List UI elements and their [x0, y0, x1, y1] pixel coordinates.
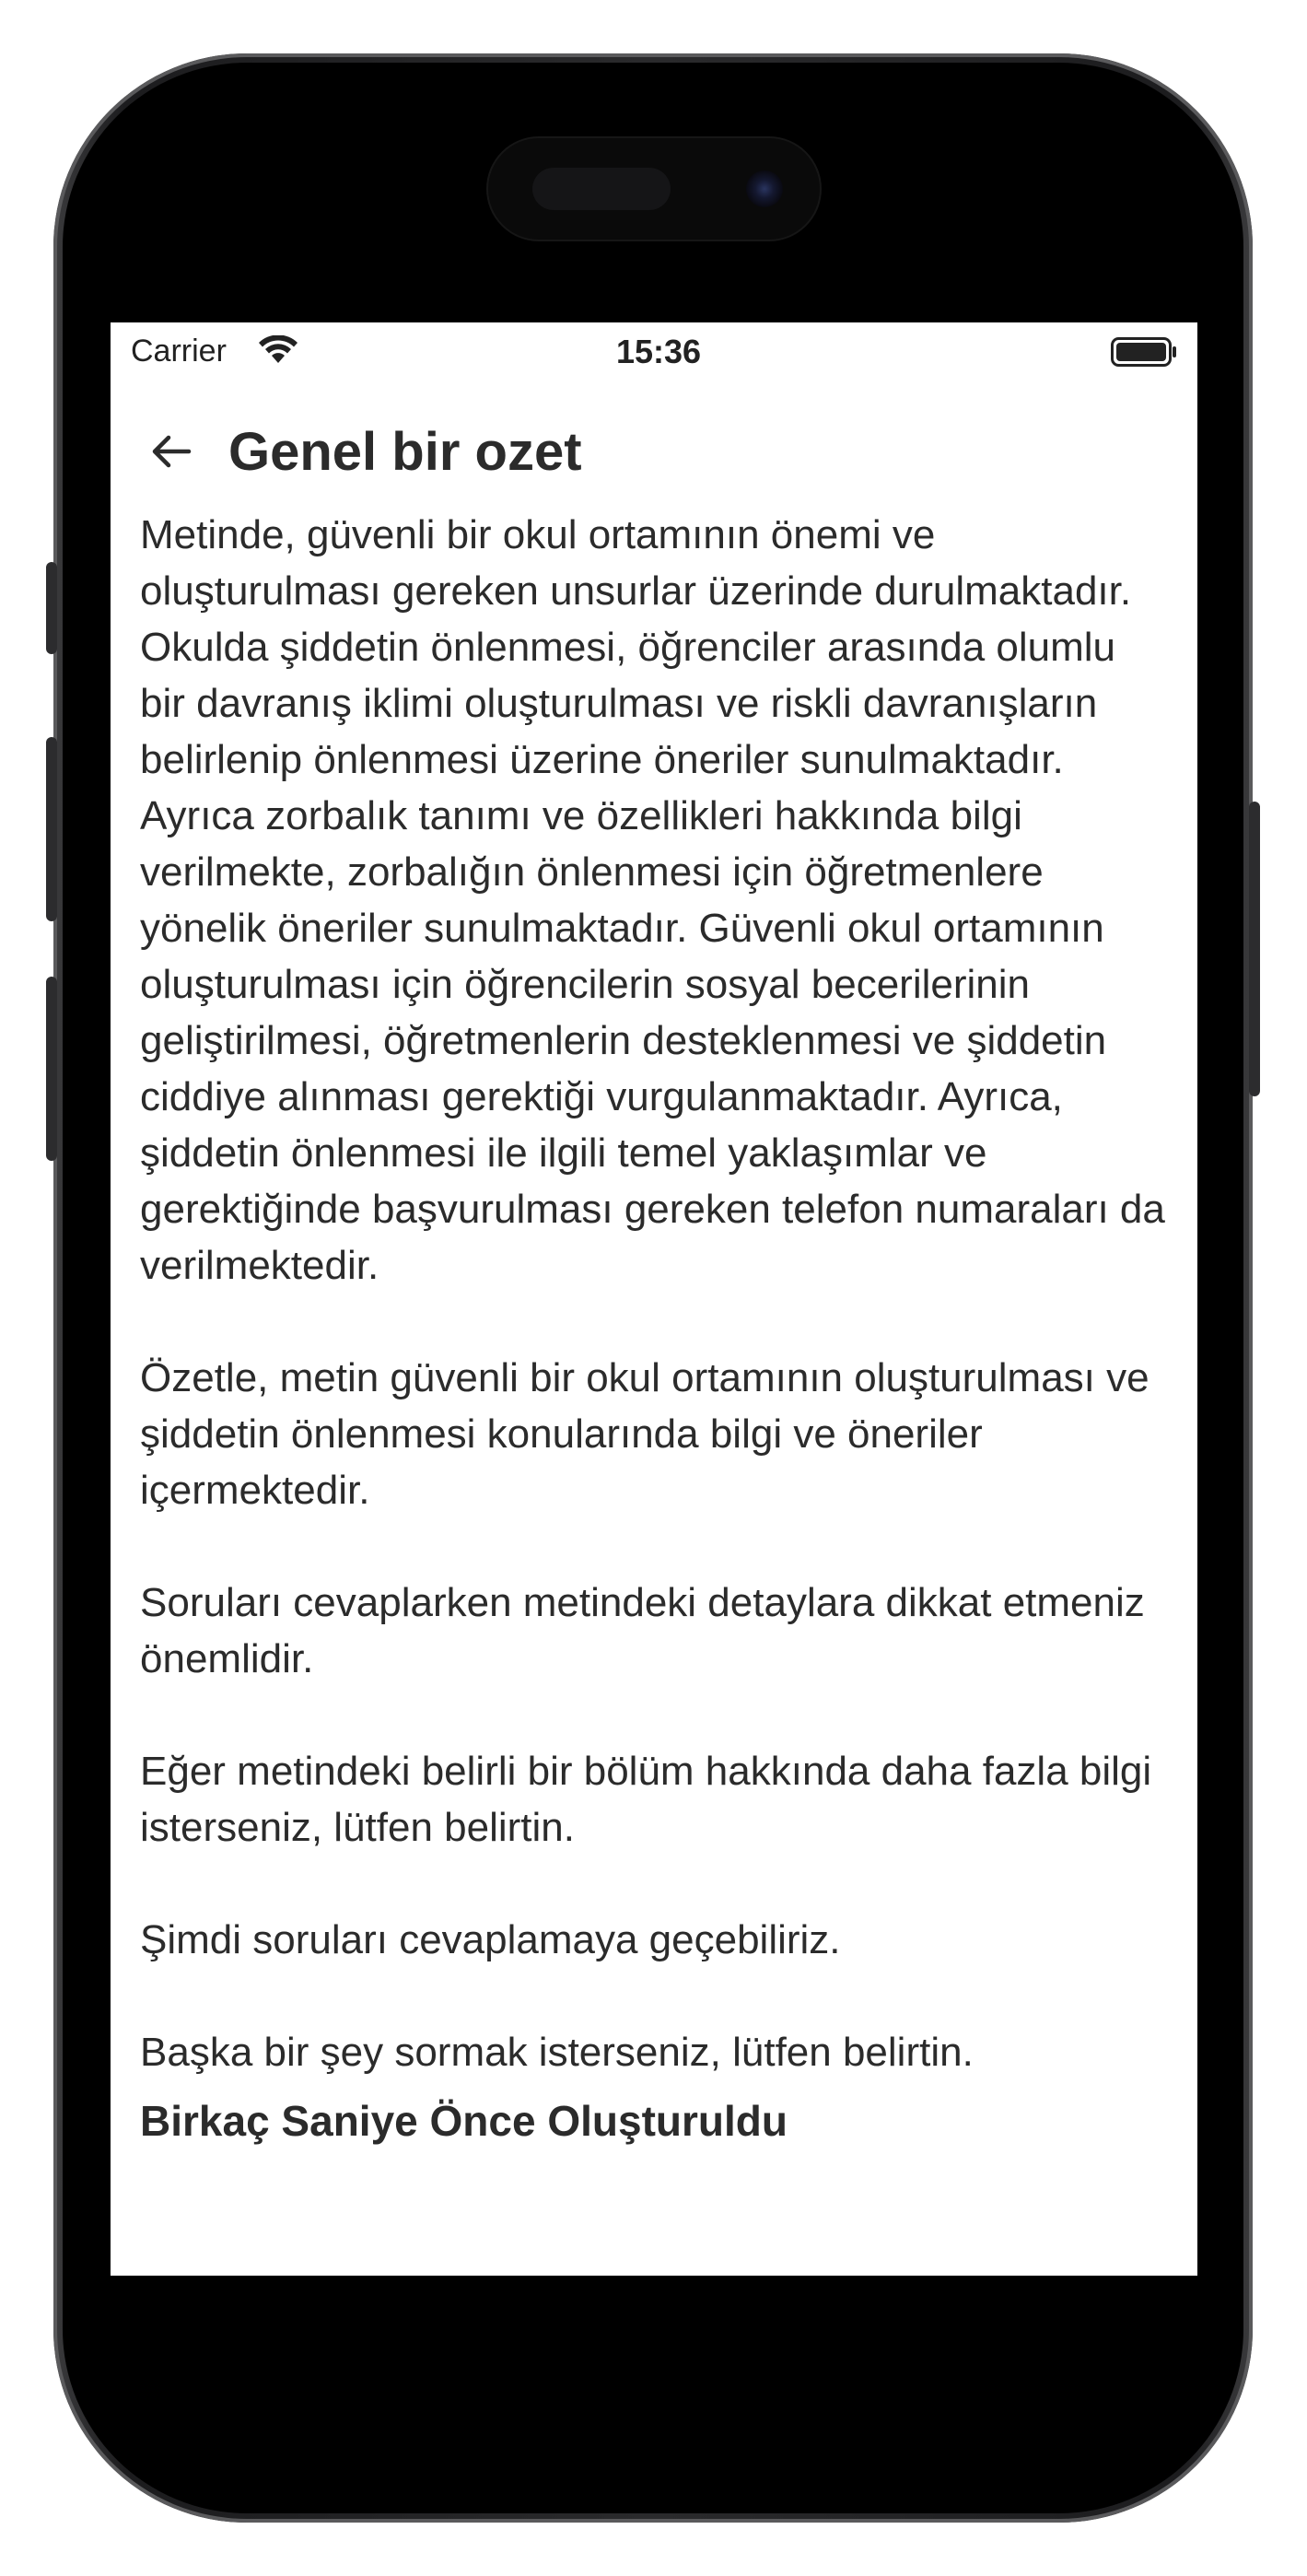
arrow-left-icon: [152, 435, 192, 468]
page: Carrier 15:36 Genel bir ozet Metinde, gü…: [0, 0, 1307, 2576]
power-button: [1249, 802, 1260, 1096]
volume-up-button: [46, 737, 57, 921]
summary-paragraph: Metinde, güvenli bir okul ortamının önem…: [140, 512, 1165, 1288]
status-bar: Carrier 15:36: [111, 322, 1197, 387]
back-button[interactable]: [144, 424, 199, 479]
summary-paragraph: Eğer metindeki belirli bir bölüm hakkınd…: [140, 1749, 1152, 1850]
battery-full-icon: [1111, 337, 1176, 367]
generated-timestamp: Birkaç Saniye Önce Oluşturuldu: [140, 2097, 788, 2145]
dynamic-island: [488, 138, 820, 240]
front-camera-icon: [746, 170, 783, 207]
volume-down-button: [46, 977, 57, 1161]
summary-paragraph: Özetle, metin güvenli bir okul ortamının…: [140, 1355, 1149, 1513]
summary-content: Metinde, güvenli bir okul ortamının önem…: [140, 507, 1172, 2149]
action-button: [46, 562, 57, 654]
navigation-bar: Genel bir ozet: [111, 405, 1197, 498]
app-screen: Carrier 15:36 Genel bir ozet Metinde, gü…: [111, 322, 1197, 2276]
status-time: 15:36: [615, 333, 702, 370]
island-sensor: [532, 168, 671, 210]
summary-paragraph: Başka bir şey sormak isterseniz, lütfen …: [140, 2030, 974, 2075]
page-title: Genel bir ozet: [228, 422, 582, 482]
summary-paragraph: Soruları cevaplarken metindeki detaylara…: [140, 1580, 1145, 1681]
screen: Carrier 15:36 Genel bir ozet Metinde, gü…: [111, 111, 1197, 2465]
summary-paragraph: Şimdi soruları cevaplamaya geçebiliriz.: [140, 1917, 841, 1962]
